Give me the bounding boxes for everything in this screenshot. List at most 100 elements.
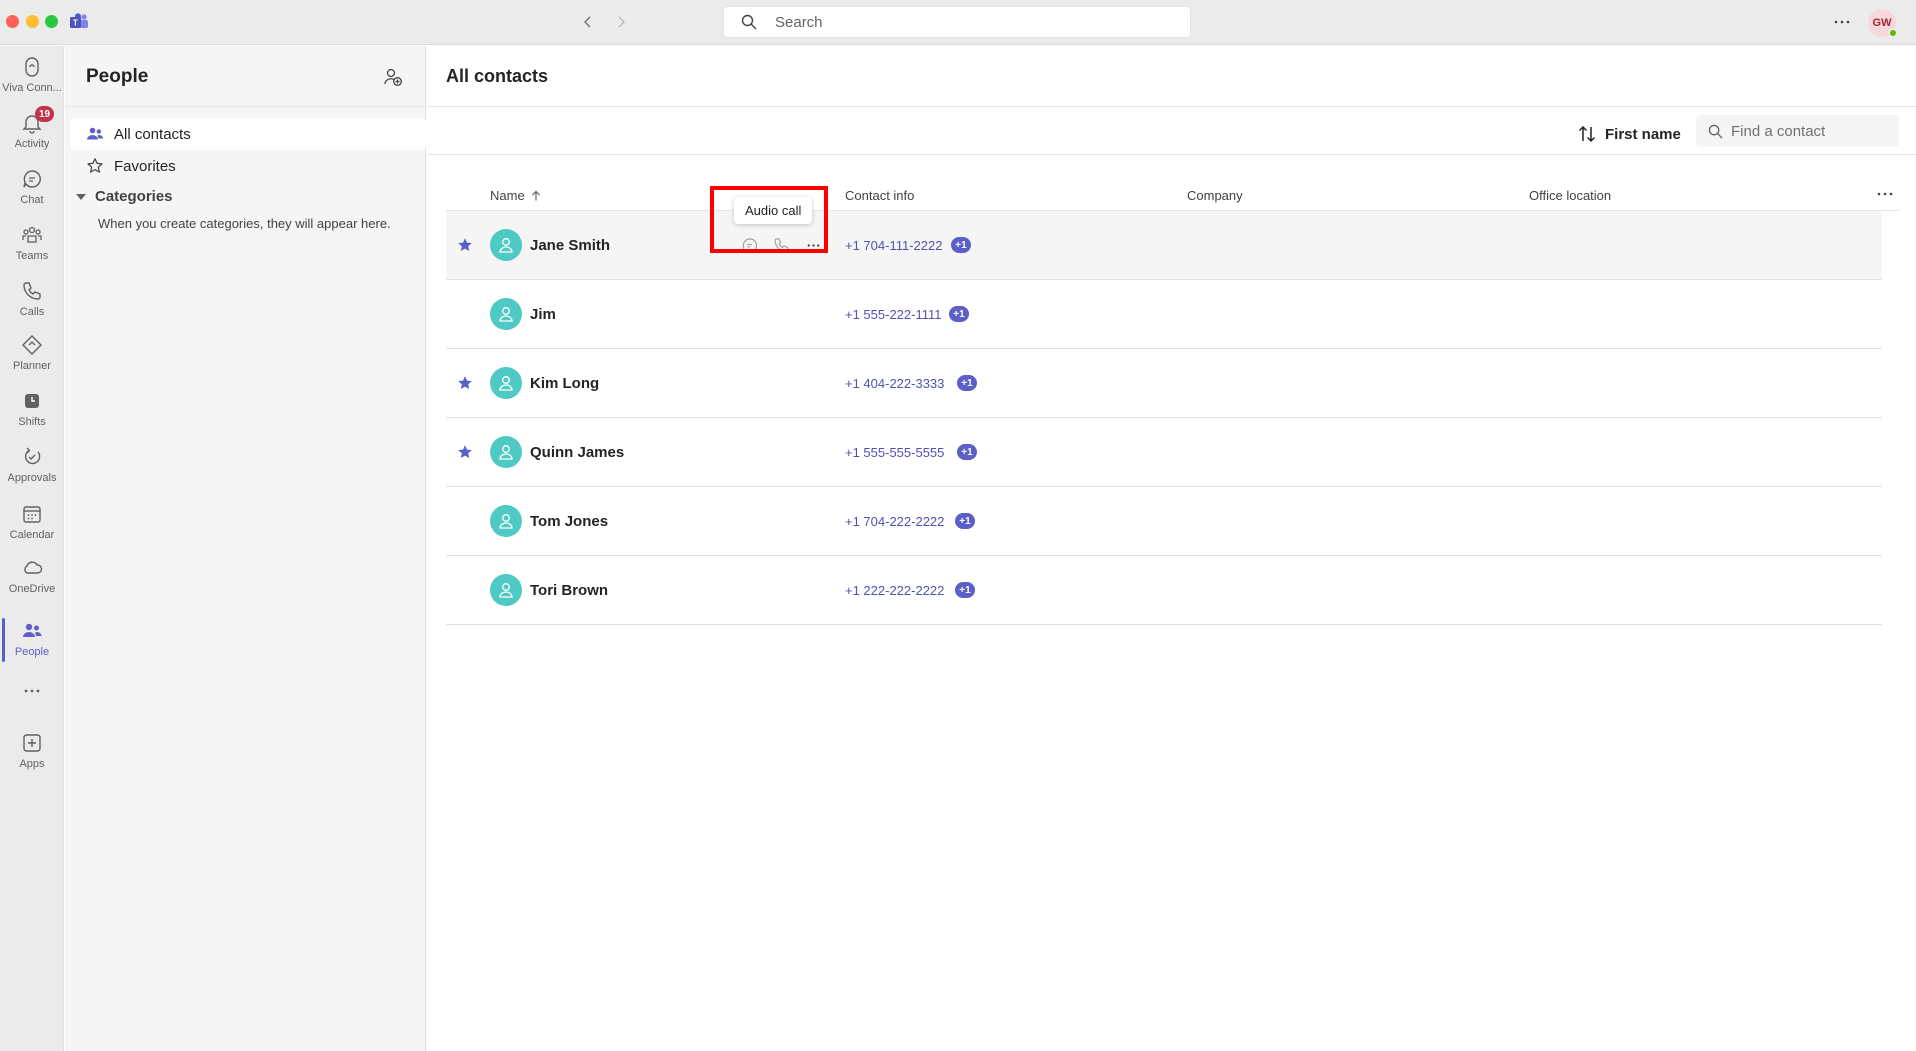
rail-item-viva-connections[interactable]: Viva Conn... [0, 50, 64, 104]
page-title: All contacts [446, 66, 549, 86]
person-icon [499, 514, 513, 529]
svg-text:T: T [73, 19, 78, 28]
rail-item-approvals[interactable]: Approvals [0, 440, 64, 494]
star-outline-icon [87, 158, 103, 173]
more-contact-info-badge[interactable]: +1 [957, 444, 977, 460]
more-contact-info-badge[interactable]: +1 [957, 375, 977, 391]
presence-available-icon [1888, 28, 1898, 38]
approvals-icon [24, 447, 41, 465]
contact-phone[interactable]: +1 555-222-1111 [845, 307, 942, 322]
app-rail: Viva Conn... 19 Activity Chat Teams Call… [0, 46, 64, 1051]
rail-item-teams[interactable]: Teams [0, 218, 64, 272]
user-avatar[interactable]: GW [1868, 9, 1898, 38]
contact-phone[interactable]: +1 704-111-2222 [845, 238, 942, 253]
person-icon [499, 376, 513, 391]
rail-item-calls[interactable]: Calls [0, 274, 64, 328]
avatar [490, 298, 522, 330]
chevron-left-icon [584, 16, 591, 28]
forward-button[interactable] [611, 12, 631, 32]
avatar [490, 367, 522, 399]
phone-icon [23, 282, 41, 300]
add-contact-button[interactable] [380, 64, 406, 90]
contact-name[interactable]: Tom Jones [530, 513, 608, 530]
sort-arrows-icon [1578, 125, 1596, 143]
more-contact-info-badge[interactable]: +1 [955, 582, 975, 598]
column-header-company[interactable]: Company [1187, 188, 1243, 203]
column-header-office-location[interactable]: Office location [1529, 188, 1611, 203]
contacts-main: All contacts First name Name Contact inf… [427, 46, 1916, 1051]
teams-logo-icon: T [70, 13, 88, 28]
star-filled-icon[interactable] [457, 375, 473, 391]
rail-more-apps-button[interactable] [0, 674, 64, 704]
teams-icon [22, 226, 42, 243]
avatar [490, 436, 522, 468]
contact-phone[interactable]: +1 222-222-2222 [845, 583, 944, 598]
chevron-right-icon [618, 16, 625, 28]
star-filled-icon[interactable] [457, 237, 473, 253]
contact-name[interactable]: Jim [530, 306, 556, 323]
people-icon [87, 127, 103, 140]
apps-icon [23, 734, 41, 752]
categories-hint: When you create categories, they will ap… [98, 216, 391, 231]
contact-phone[interactable]: +1 555-555-5555 [845, 445, 944, 460]
person-icon [499, 445, 513, 460]
more-contact-info-badge[interactable]: +1 [951, 237, 971, 253]
table-row[interactable]: Quinn James +1 555-555-5555 +1 [446, 418, 1882, 487]
user-initials: GW [1872, 17, 1892, 29]
chat-icon [23, 170, 41, 188]
settings-more-button[interactable] [1830, 10, 1854, 34]
categories-toggle[interactable]: Categories [75, 188, 173, 205]
contact-phone[interactable]: +1 704-222-2222 [845, 514, 944, 529]
caret-down-icon [76, 193, 86, 200]
more-contact-info-badge[interactable]: +1 [949, 306, 969, 322]
contact-phone[interactable]: +1 404-222-3333 [845, 376, 944, 391]
rail-item-calendar[interactable]: Calendar [0, 497, 64, 551]
rail-item-apps[interactable]: Apps [0, 726, 64, 780]
more-horizontal-icon [1834, 20, 1850, 24]
window-minimize-button[interactable] [26, 15, 39, 28]
column-options-button[interactable] [1871, 182, 1899, 206]
table-row[interactable]: Tori Brown +1 222-222-2222 +1 [446, 556, 1882, 625]
contact-name[interactable]: Jane Smith [530, 237, 610, 254]
nav-all-contacts[interactable]: All contacts [70, 118, 426, 150]
table-row[interactable]: Jim +1 555-222-1111 +1 [446, 280, 1882, 349]
back-button[interactable] [578, 12, 598, 32]
find-contact-input[interactable] [1731, 122, 1891, 140]
avatar [490, 505, 522, 537]
column-header-contact-info[interactable]: Contact info [845, 188, 914, 203]
more-contact-info-badge[interactable]: +1 [955, 513, 975, 529]
rail-item-activity[interactable]: 19 Activity [0, 106, 64, 160]
rail-item-shifts[interactable]: Shifts [0, 384, 64, 438]
star-filled-icon[interactable] [457, 444, 473, 460]
table-row[interactable]: Jane Smith +1 704-111-2222 +1 [446, 211, 1882, 280]
window-zoom-button[interactable] [45, 15, 58, 28]
pane-divider [65, 106, 426, 107]
rail-item-chat[interactable]: Chat [0, 162, 64, 216]
more-horizontal-icon [24, 689, 40, 693]
global-search-box[interactable]: Search [723, 6, 1191, 38]
calendar-icon [23, 506, 41, 523]
sort-button[interactable]: First name [1577, 118, 1681, 150]
arrow-up-icon [531, 190, 540, 200]
rail-item-onedrive[interactable]: OneDrive [0, 551, 64, 605]
header-divider [427, 106, 1916, 107]
table-row[interactable]: Kim Long +1 404-222-3333 +1 [446, 349, 1882, 418]
table-row[interactable]: Tom Jones +1 704-222-2222 +1 [446, 487, 1882, 556]
rail-item-people[interactable]: People [0, 614, 64, 668]
viva-connections-icon [25, 57, 39, 77]
sort-label: First name [1605, 125, 1681, 143]
person-add-icon [384, 68, 402, 86]
rail-item-planner[interactable]: Planner [0, 328, 64, 382]
activity-badge: 19 [35, 106, 55, 122]
nav-favorites[interactable]: Favorites [70, 150, 426, 182]
clock-icon [25, 394, 39, 408]
contact-name[interactable]: Kim Long [530, 375, 599, 392]
column-header-name[interactable]: Name [490, 188, 542, 203]
annotation-highlight-box [710, 186, 828, 253]
contact-name[interactable]: Quinn James [530, 444, 624, 461]
find-contact-box[interactable] [1696, 115, 1899, 147]
window-close-button[interactable] [6, 15, 19, 28]
contact-name[interactable]: Tori Brown [530, 582, 608, 599]
avatar [490, 229, 522, 261]
search-icon [741, 14, 757, 30]
